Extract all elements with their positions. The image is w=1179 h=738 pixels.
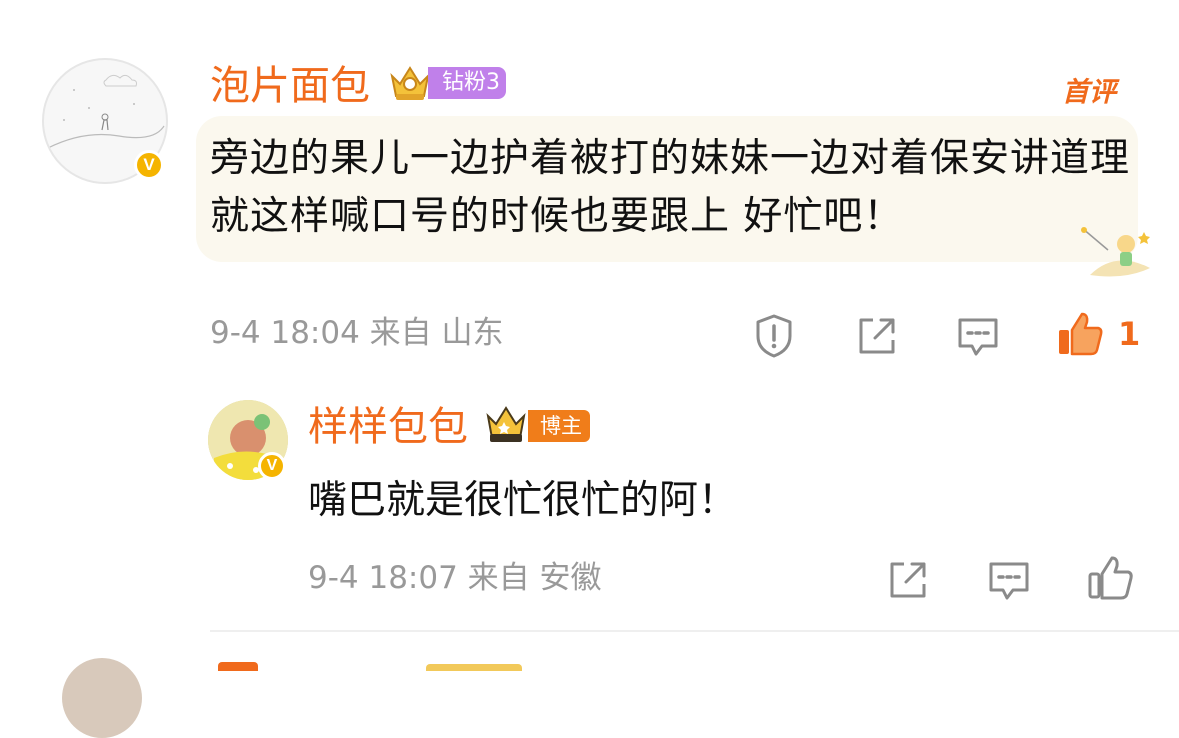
next-comment-avatar[interactable]: [62, 658, 142, 738]
fan-level-badge: 钻粉3: [428, 67, 506, 99]
verified-badge: V: [134, 150, 164, 180]
like-count: 1: [1118, 315, 1141, 353]
crown-icon: [390, 66, 430, 100]
reply-username[interactable]: 样样包包: [308, 407, 468, 447]
comment-username[interactable]: 泡片面包: [210, 66, 370, 106]
comment-meta: 9-4 18:04 来自 山东: [210, 315, 504, 351]
verified-badge: V: [258, 452, 286, 480]
reply-meta: 9-4 18:07 来自 安徽: [308, 560, 602, 596]
report-icon[interactable]: [750, 312, 798, 360]
next-comment-badge: [426, 664, 522, 671]
like-icon[interactable]: [1086, 554, 1134, 602]
next-comment-username[interactable]: [218, 662, 258, 671]
divider: [210, 630, 1179, 632]
comment-icon[interactable]: [954, 312, 1002, 360]
blogger-badge: 博主: [528, 410, 590, 442]
first-comment-tag: 首评: [1062, 77, 1116, 108]
crown-icon: [486, 406, 526, 442]
share-icon[interactable]: [884, 556, 932, 604]
like-icon[interactable]: [1056, 310, 1104, 358]
comment-text: 旁边的果儿一边护着被打的妹妹一边对着保安讲道理就这样喊口号的时候也要跟上 好忙吧…: [210, 136, 1131, 239]
reply-text: 嘴巴就是很忙很忙的阿！: [308, 478, 738, 523]
comment-icon[interactable]: [985, 556, 1033, 604]
share-icon[interactable]: [853, 312, 901, 360]
little-prince-sticker-icon: [1081, 227, 1150, 277]
